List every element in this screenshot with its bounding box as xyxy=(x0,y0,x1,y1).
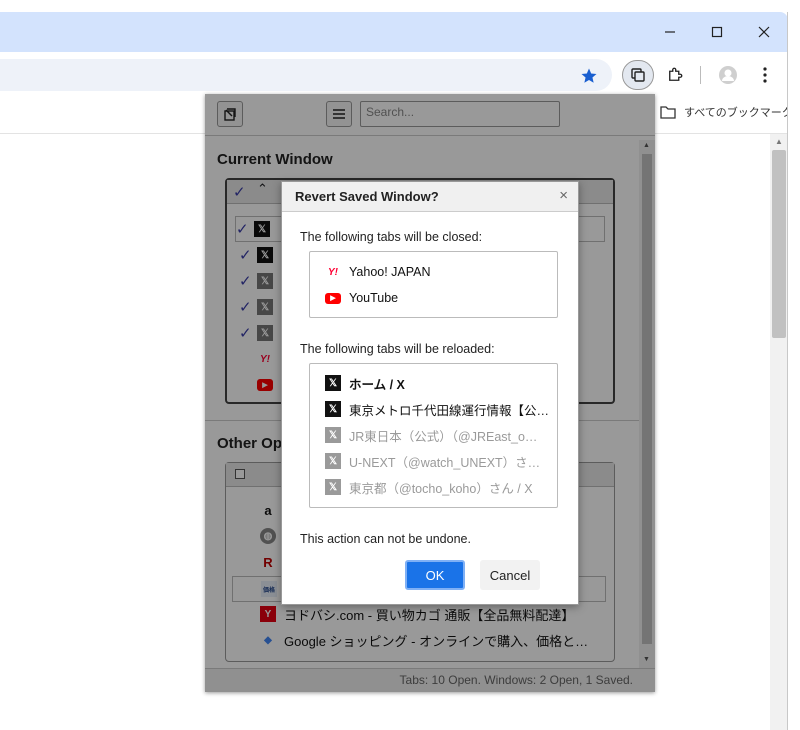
reloaded-tab-item: 𝕏 東京都（@tocho_koho）さん / X xyxy=(325,477,533,497)
page-scrollbar-thumb[interactable] xyxy=(772,150,786,338)
tab-search-button[interactable] xyxy=(622,60,654,90)
reloaded-tabs-label: The following tabs will be reloaded: xyxy=(300,342,495,356)
reloaded-tab-title: U-NEXT（@watch_UNEXT）さ… xyxy=(349,455,541,470)
bookmark-star-button[interactable] xyxy=(578,65,600,87)
scroll-up-arrow[interactable]: ▲ xyxy=(775,137,783,146)
x-logo-icon: 𝕏 xyxy=(325,401,341,417)
menu-dots-icon xyxy=(763,67,767,83)
star-icon xyxy=(581,68,597,83)
x-logo-icon: 𝕏 xyxy=(325,479,341,495)
closed-tabs-list: Y! Yahoo! JAPAN ▶ YouTube xyxy=(309,251,558,318)
x-logo-icon: 𝕏 xyxy=(325,427,341,443)
all-bookmarks-folder[interactable]: すべてのブックマーク xyxy=(660,104,793,120)
toolbar-divider xyxy=(700,66,701,84)
dialog-close-button[interactable]: × xyxy=(559,187,568,204)
tab-search-icon xyxy=(631,68,645,82)
maximize-button[interactable] xyxy=(694,12,740,52)
minimize-button[interactable] xyxy=(647,12,693,52)
reloaded-tab-title: ホーム / X xyxy=(349,377,405,392)
closed-tabs-label: The following tabs will be closed: xyxy=(300,230,483,244)
address-bar[interactable] xyxy=(0,59,612,91)
maximize-icon xyxy=(711,26,723,38)
warning-text: This action can not be undone. xyxy=(300,532,471,546)
all-bookmarks-label: すべてのブックマーク xyxy=(684,107,793,119)
desktop-margin xyxy=(788,0,800,730)
ok-button[interactable]: OK xyxy=(405,560,465,590)
profile-icon xyxy=(719,66,737,84)
profile-button[interactable] xyxy=(716,63,740,87)
yahoo-japan-icon: Y! xyxy=(328,266,338,278)
youtube-icon: ▶ xyxy=(325,292,341,304)
browser-menu-button[interactable] xyxy=(754,63,776,87)
x-logo-icon: 𝕏 xyxy=(325,453,341,469)
reloaded-tabs-list: 𝕏 ホーム / X 𝕏 東京メトロ千代田線運行情報【公… 𝕏 JR東日本（公式）… xyxy=(309,363,558,508)
closed-tab-item: ▶ YouTube xyxy=(325,288,398,308)
closed-tab-item: Y! Yahoo! JAPAN xyxy=(325,262,431,282)
reloaded-tab-item: 𝕏 東京メトロ千代田線運行情報【公… xyxy=(325,399,549,419)
dialog-header: Revert Saved Window? × xyxy=(282,182,578,212)
extensions-button[interactable] xyxy=(660,62,690,88)
closed-tab-title: Yahoo! JAPAN xyxy=(349,265,431,279)
reloaded-tab-item: 𝕏 ホーム / X xyxy=(325,373,405,393)
reloaded-tab-title: 東京メトロ千代田線運行情報【公… xyxy=(349,403,550,418)
reloaded-tab-title: 東京都（@tocho_koho）さん / X xyxy=(349,481,533,496)
closed-tab-title: YouTube xyxy=(349,291,399,305)
folder-icon xyxy=(660,106,676,119)
x-logo-icon: 𝕏 xyxy=(325,375,341,391)
minimize-icon xyxy=(665,31,675,33)
extensions-icon xyxy=(669,67,683,81)
reloaded-tab-item: 𝕏 JR東日本（公式）（@JREast_o… xyxy=(325,425,537,445)
reloaded-tab-item: 𝕏 U-NEXT（@watch_UNEXT）さ… xyxy=(325,451,540,471)
close-icon xyxy=(758,26,770,38)
revert-dialog: Revert Saved Window? × The following tab… xyxy=(281,181,579,605)
dialog-title: Revert Saved Window? xyxy=(295,189,439,204)
reloaded-tab-title: JR東日本（公式）（@JREast_o… xyxy=(349,429,538,444)
close-window-button[interactable] xyxy=(741,12,787,52)
cancel-button[interactable]: Cancel xyxy=(480,560,540,590)
